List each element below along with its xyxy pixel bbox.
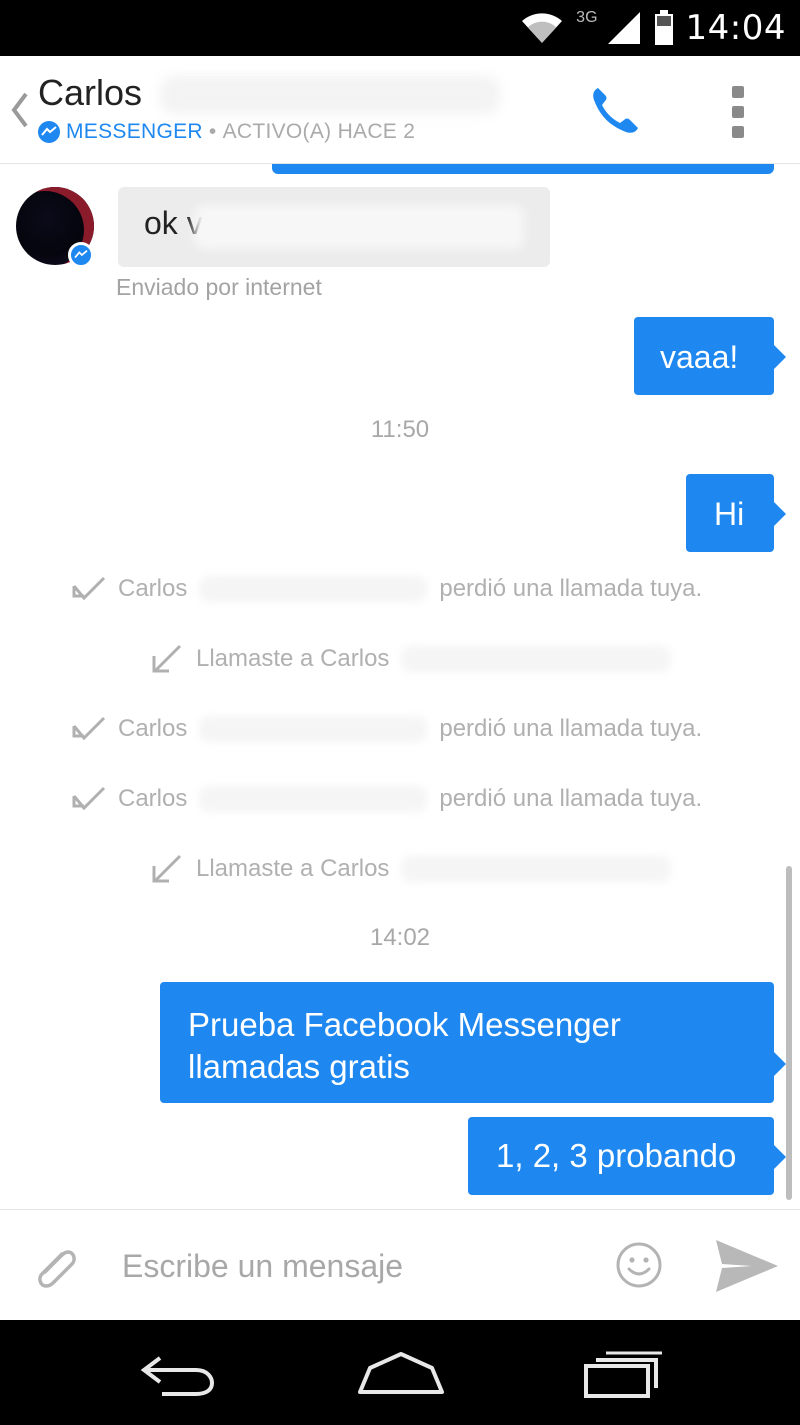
outgoing-message[interactable]: vaaa! [634, 317, 786, 395]
incoming-message[interactable]: ok v [118, 187, 550, 267]
redacted-text [401, 646, 672, 672]
call-log-text: perdió una llamada tuya. [439, 785, 703, 812]
redacted-text [199, 716, 428, 742]
system-nav-bar [0, 1320, 800, 1425]
nav-recent-apps-icon[interactable] [582, 1348, 664, 1400]
missed-call-icon [72, 786, 106, 811]
outgoing-message[interactable]: Prueba Facebook Messenger llamadas grati… [160, 982, 786, 1103]
call-log-name: Carlos [118, 575, 188, 602]
send-icon[interactable] [712, 1236, 782, 1296]
messenger-badge-icon [68, 242, 94, 268]
more-icon[interactable] [726, 86, 750, 138]
message-input[interactable] [110, 1238, 590, 1294]
message-composer [0, 1209, 800, 1320]
call-log-missed: Carlos perdió una llamada tuya. [72, 574, 702, 604]
previous-message-bubble [272, 164, 774, 174]
nav-home-icon[interactable] [356, 1350, 446, 1396]
redacted-text [199, 786, 428, 812]
redacted-text [194, 205, 524, 249]
network-type: 3G [576, 9, 598, 26]
scrollbar[interactable] [786, 866, 792, 1200]
app-label: MESSENGER [66, 120, 203, 143]
contact-name[interactable]: Carlos [38, 72, 142, 114]
contact-subtitle: MESSENGER • ACTIVO(A) HACE 2 [38, 120, 415, 144]
nav-back-icon[interactable] [138, 1350, 218, 1398]
outgoing-call-icon [152, 644, 182, 673]
active-status: ACTIVO(A) HACE 2 [222, 120, 416, 143]
call-log-name: Carlos [118, 715, 188, 742]
conversation[interactable]: ok v Enviado por internet vaaa! 11:50 Hi… [0, 164, 800, 1209]
missed-call-icon [72, 716, 106, 741]
call-log-outgoing: Llamaste a Carlos [150, 854, 672, 884]
call-log-text: Llamaste a Carlos [196, 855, 390, 882]
outgoing-message[interactable]: Hi [686, 474, 786, 552]
message-line: llamadas gratis [188, 1048, 410, 1085]
outgoing-message[interactable]: 1, 2, 3 probando [468, 1117, 786, 1195]
call-log-name: Carlos [118, 785, 188, 812]
outgoing-call-icon [152, 854, 182, 883]
chat-header: Carlos MESSENGER • ACTIVO(A) HACE 2 [0, 56, 800, 164]
back-icon[interactable] [8, 88, 32, 132]
redacted-name [160, 76, 500, 114]
sent-via-note: Enviado por internet [116, 274, 322, 300]
signal-icon [607, 12, 640, 44]
battery-icon [654, 10, 673, 45]
clock: 14:04 [685, 8, 786, 48]
call-log-missed: Carlos perdió una llamada tuya. [72, 784, 702, 814]
timestamp-separator: 14:02 [369, 924, 431, 951]
redacted-text [199, 576, 428, 602]
call-log-text: Llamaste a Carlos [196, 645, 390, 672]
missed-call-icon [72, 576, 106, 601]
wifi-icon [522, 13, 563, 43]
message-line: Prueba Facebook Messenger [188, 1006, 621, 1043]
status-icons: 3G 14:04 [520, 8, 786, 48]
call-log-text: perdió una llamada tuya. [439, 575, 703, 602]
emoji-icon[interactable] [614, 1240, 664, 1290]
attach-icon[interactable] [28, 1242, 82, 1296]
call-log-missed: Carlos perdió una llamada tuya. [72, 714, 702, 744]
messenger-icon [38, 121, 60, 143]
timestamp-separator: 11:50 [370, 416, 430, 443]
call-log-text: perdió una llamada tuya. [439, 715, 703, 742]
phone-icon[interactable] [586, 82, 642, 138]
status-bar: 3G 14:04 [0, 0, 800, 56]
subtitle-separator: • [208, 120, 217, 143]
call-log-outgoing: Llamaste a Carlos [150, 644, 672, 674]
redacted-text [401, 856, 672, 882]
